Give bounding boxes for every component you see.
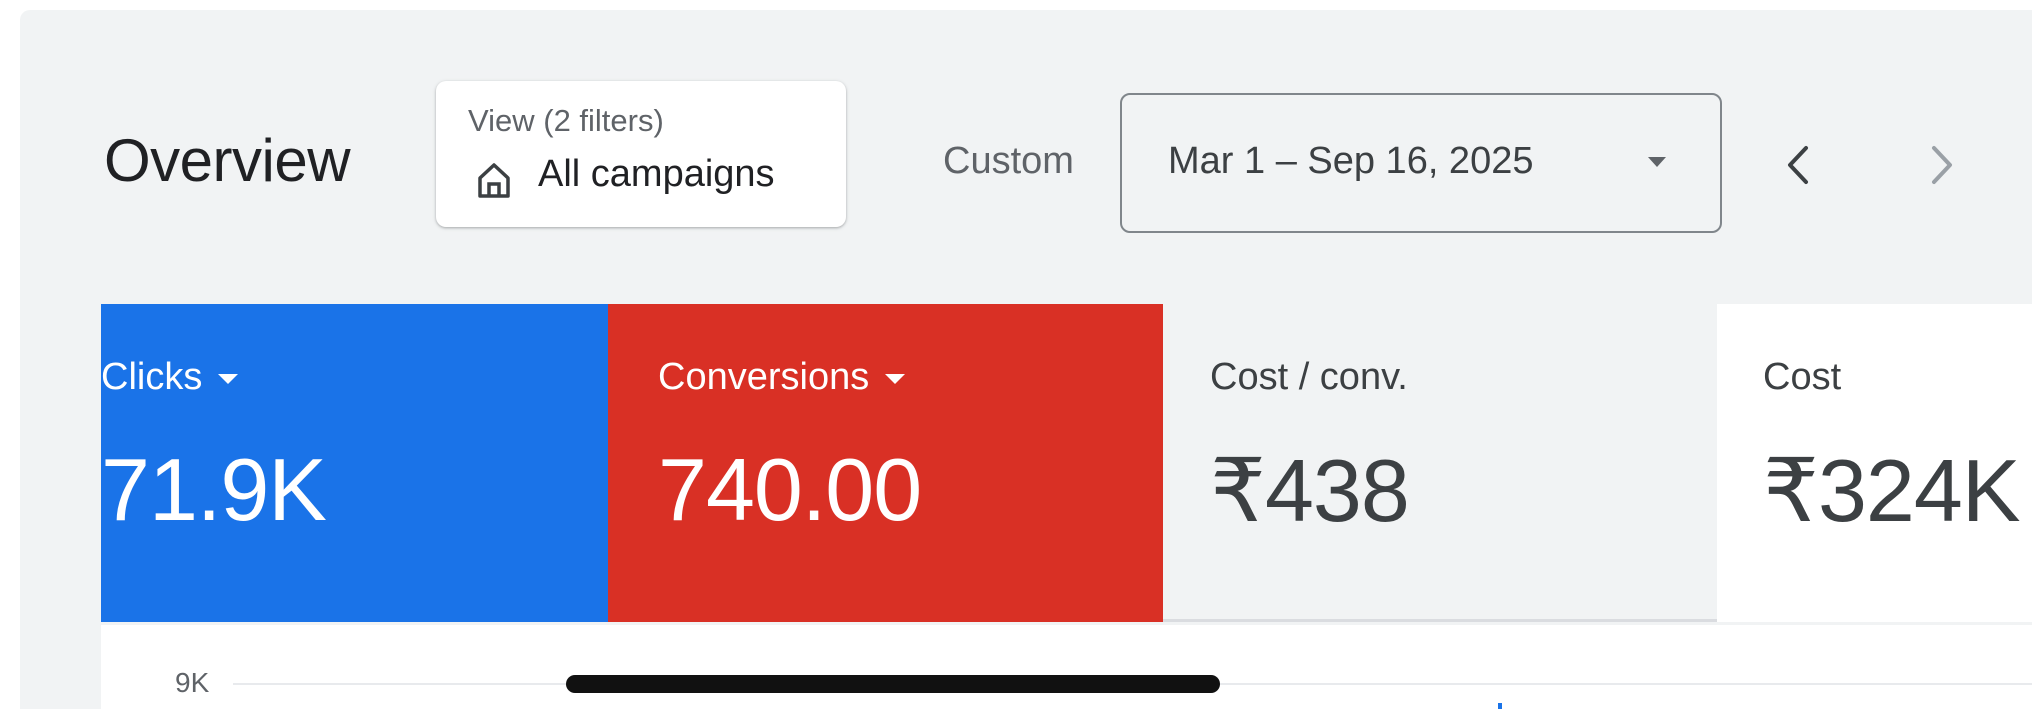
- date-range-select[interactable]: Mar 1 – Sep 16, 2025: [1120, 93, 1722, 233]
- dropdown-caret-icon: [1648, 157, 1666, 167]
- caret-down-icon: [218, 373, 239, 384]
- scorecard-cost[interactable]: Cost ₹324K: [1717, 304, 2032, 622]
- home-icon: [478, 163, 510, 198]
- view-filter-value: All campaigns: [538, 153, 775, 195]
- caret-down-icon: [885, 373, 906, 384]
- scorecard-value: ₹324K: [1763, 441, 2021, 540]
- scorecard-label-text: Clicks: [101, 356, 203, 398]
- scorecard-value: 740.00: [658, 440, 922, 539]
- date-preset-label: Custom: [943, 140, 1074, 182]
- scorecard-conversions[interactable]: Conversions 740.00: [608, 304, 1163, 622]
- date-range-value: Mar 1 – Sep 16, 2025: [1168, 140, 1534, 182]
- chevron-right-icon[interactable]: [1912, 130, 1972, 200]
- scorecard-label: Cost / conv.: [1210, 356, 1408, 398]
- scorecard-label-text: Conversions: [658, 356, 870, 398]
- scorecard-label: Cost: [1763, 356, 1842, 398]
- chart-series-peak: [1498, 703, 1502, 709]
- scorecard-label: Clicks: [101, 356, 239, 399]
- view-filter-button[interactable]: View (2 filters) All campaigns: [436, 81, 846, 227]
- scorecard-label: Conversions: [658, 356, 906, 399]
- page-title: Overview: [104, 127, 351, 194]
- scorecard-value: ₹438: [1210, 441, 1410, 540]
- scorecard-value: 71.9K: [101, 440, 327, 539]
- scorecard-clicks[interactable]: Clicks 71.9K: [101, 304, 608, 622]
- scorecard-cost-per-conversion[interactable]: Cost / conv. ₹438: [1163, 304, 1717, 622]
- performance-chart: 9K: [101, 625, 2032, 709]
- view-filter-caption: View (2 filters): [468, 103, 664, 138]
- chevron-left-icon[interactable]: [1768, 130, 1828, 200]
- home-indicator-bar[interactable]: [566, 675, 1220, 693]
- y-axis-tick: 9K: [175, 667, 210, 698]
- app-frame: Overview View (2 filters) All campaigns …: [0, 0, 2032, 709]
